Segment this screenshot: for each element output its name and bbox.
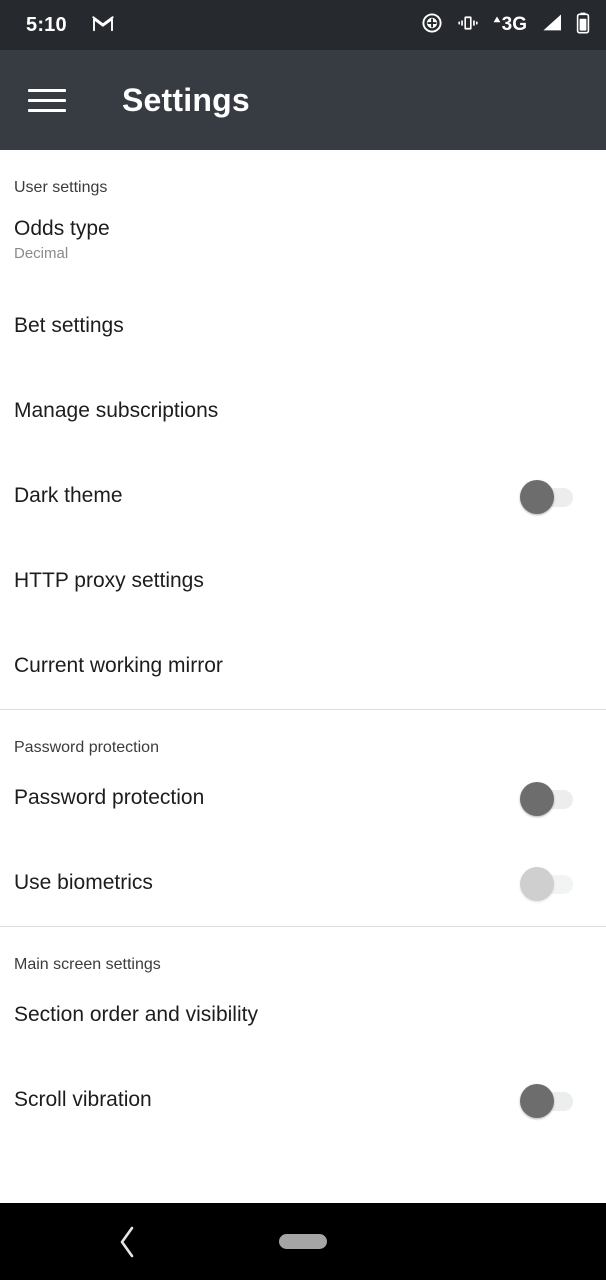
settings-row[interactable]: Current working mirror [0,624,606,709]
settings-row[interactable]: Bet settings [0,284,606,369]
toggle-switch[interactable] [520,479,573,514]
settings-row-title: Scroll vibration [14,1088,152,1112]
settings-row-texts: Manage subscriptions [14,399,592,424]
hamburger-bar [28,88,66,92]
section-header: Password protection [14,739,159,756]
settings-row-texts: HTTP proxy settings [14,569,592,594]
page-title: Settings [122,81,250,118]
system-navigation-bar [0,1203,606,1280]
hamburger-bar [28,108,66,112]
settings-row[interactable]: HTTP proxy settings [0,539,606,624]
settings-section: User settings Odds type Decimal Bet setting… [0,150,606,709]
app-toolbar: Settings [0,50,606,150]
status-bar: 5:10 3G [0,0,606,50]
settings-row[interactable]: Use biometrics [0,841,606,926]
settings-list[interactable]: User settings Odds type Decimal Bet setting… [0,150,606,1203]
toggle-switch[interactable] [520,866,573,901]
section-header: Main screen settings [14,956,161,973]
settings-row-title: Odds type [14,216,110,240]
toggle-thumb [520,479,554,514]
signal-strength-icon [540,12,563,38]
data-saver-icon [421,12,443,39]
settings-row-title: HTTP proxy settings [14,569,204,593]
settings-section: Main screen settings Section order and vi… [0,927,606,1143]
settings-row-title: Use biometrics [14,871,153,895]
settings-row[interactable]: Dark theme [0,454,606,539]
status-bar-system-icons: 3G [421,12,590,39]
gmail-icon [92,14,114,37]
toggle-thumb [520,781,554,816]
settings-row-texts: Scroll vibration [14,1088,520,1113]
settings-row-texts: Dark theme [14,484,520,509]
settings-row-title: Password protection [14,786,205,810]
toggle-switch[interactable] [520,781,573,816]
status-bar-clock: 5:10 [26,14,67,36]
settings-row-title: Manage subscriptions [14,399,219,423]
hamburger-bar [28,98,66,102]
settings-section: Password protection Password protection Us… [0,710,606,926]
network-type-label: 3G [501,14,527,35]
status-bar-notification-icons [92,14,114,37]
battery-icon [576,12,590,39]
settings-row-texts: Section order and visibility [14,1003,592,1028]
vibrate-mode-icon [456,13,480,38]
settings-row[interactable]: Scroll vibration [0,1058,606,1143]
toggle-thumb [520,866,554,901]
settings-row-title: Dark theme [14,484,123,508]
settings-screen: 5:10 3G Settings User settings Odds type… [0,0,606,1280]
settings-row-texts: Current working mirror [14,654,592,679]
settings-row-texts: Use biometrics [14,871,520,896]
settings-row[interactable]: Password protection [0,756,606,841]
settings-row-title: Bet settings [14,314,124,338]
settings-row-title: Current working mirror [14,654,223,678]
settings-row[interactable]: Section order and visibility [0,973,606,1058]
hamburger-menu-icon[interactable] [23,76,71,124]
network-type-3g-icon: 3G [493,15,527,35]
section-header: User settings [14,179,108,196]
toggle-switch[interactable] [520,1083,573,1118]
settings-row-texts: Odds type Decimal [14,217,592,264]
back-chevron-icon[interactable] [109,1223,147,1261]
settings-row[interactable]: Manage subscriptions [0,369,606,454]
toggle-thumb [520,1083,554,1118]
settings-row-title: Section order and visibility [14,1003,258,1027]
home-pill-indicator[interactable] [279,1234,327,1249]
settings-row-texts: Bet settings [14,314,592,339]
settings-row-texts: Password protection [14,786,520,811]
settings-row-summary: Decimal [14,245,69,263]
settings-row[interactable]: Odds type Decimal [0,196,606,284]
